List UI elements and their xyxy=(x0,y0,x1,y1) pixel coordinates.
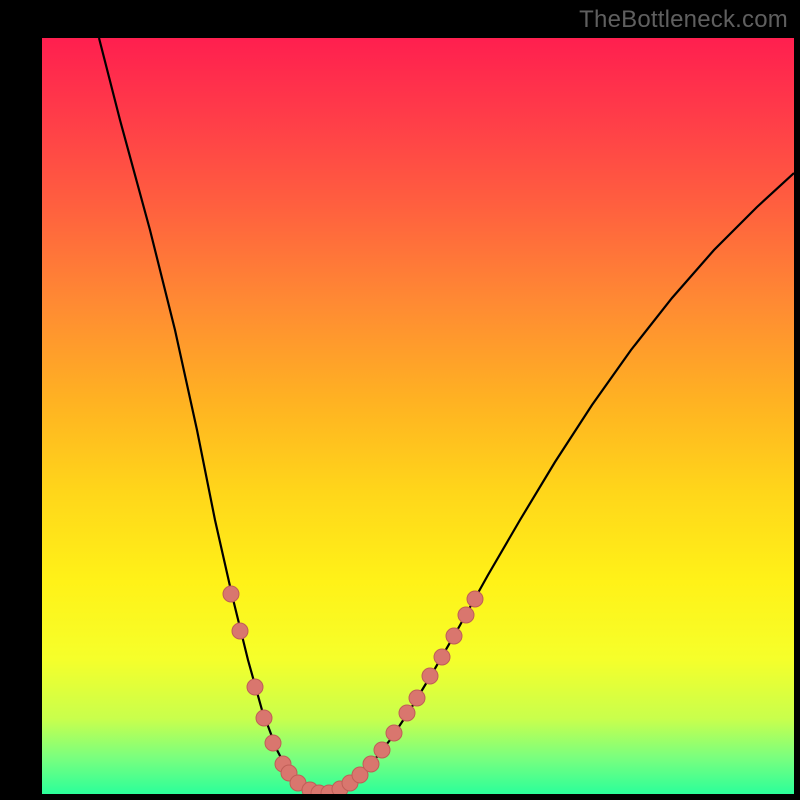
marker-dot xyxy=(374,742,390,758)
marker-dot xyxy=(256,710,272,726)
marker-dot xyxy=(232,623,248,639)
marker-dot xyxy=(409,690,425,706)
bottleneck-chart xyxy=(0,0,800,800)
marker-dot xyxy=(223,586,239,602)
marker-dot xyxy=(399,705,415,721)
marker-dot xyxy=(446,628,462,644)
marker-dot xyxy=(265,735,281,751)
watermark-text: TheBottleneck.com xyxy=(579,6,788,34)
gradient-background xyxy=(42,38,794,794)
marker-dot xyxy=(386,725,402,741)
marker-dot xyxy=(458,607,474,623)
marker-dot xyxy=(247,679,263,695)
marker-dot xyxy=(434,649,450,665)
chart-frame: TheBottleneck.com xyxy=(0,0,800,800)
marker-dot xyxy=(363,756,379,772)
marker-dot xyxy=(467,591,483,607)
marker-dot xyxy=(422,668,438,684)
